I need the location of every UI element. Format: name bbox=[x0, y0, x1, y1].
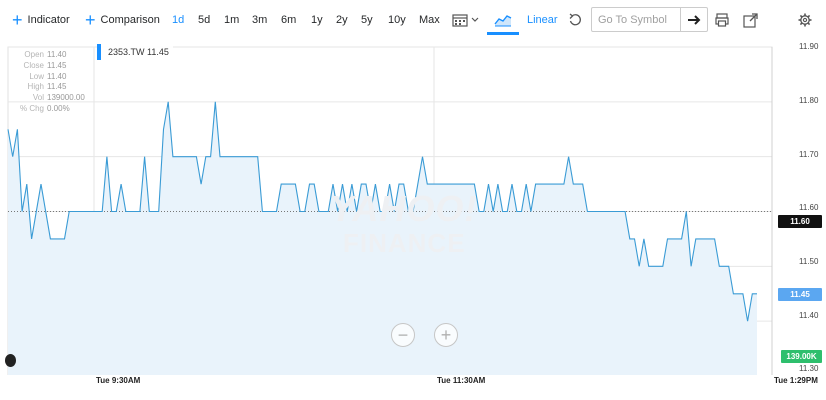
x-tick-label: Tue 1:29PM bbox=[774, 376, 818, 385]
range-max[interactable]: Max bbox=[419, 0, 440, 40]
minus-icon: − bbox=[397, 325, 409, 345]
indicator-label: Indicator bbox=[27, 14, 70, 26]
y-tick-label: 11.70 bbox=[799, 150, 819, 159]
chart-scroll-handle[interactable] bbox=[5, 354, 16, 367]
ohlc-high: High 11.45 bbox=[27, 82, 67, 92]
reset-button[interactable] bbox=[568, 0, 582, 40]
y-tick-label: 11.60 bbox=[799, 203, 819, 212]
settings-button[interactable] bbox=[798, 0, 812, 40]
ohlc-open: Open 11.40 bbox=[24, 50, 67, 59]
date-range-button[interactable] bbox=[452, 0, 479, 40]
legend-label: 2353.TW 11.45 bbox=[108, 47, 169, 57]
chart-type-underline bbox=[487, 32, 519, 35]
range-5d[interactable]: 5d bbox=[198, 0, 210, 40]
y-tick-label: 11.90 bbox=[799, 42, 819, 51]
zoom-in-button[interactable]: + bbox=[434, 323, 458, 347]
previous-close-tag: 11.60 bbox=[778, 215, 822, 228]
y-tick-label: 11.80 bbox=[799, 96, 819, 105]
watermark-finance: FINANCE bbox=[343, 228, 466, 258]
range-1m[interactable]: 1m bbox=[224, 0, 239, 40]
area-chart-icon bbox=[494, 15, 512, 27]
ohlc-vol: Vol 139000.00 bbox=[32, 93, 85, 103]
gear-icon bbox=[798, 13, 812, 27]
undo-icon bbox=[569, 13, 581, 26]
range-1d[interactable]: 1d bbox=[172, 0, 184, 40]
range-2y[interactable]: 2y bbox=[336, 0, 348, 40]
range-1y[interactable]: 1y bbox=[311, 0, 323, 40]
arrow-right-icon bbox=[688, 14, 701, 25]
last-price-tag: 11.45 bbox=[778, 288, 822, 301]
ohlc-pct-chg: % Chg 0.00% bbox=[19, 103, 70, 113]
plus-icon: + bbox=[440, 325, 452, 345]
comparison-label: Comparison bbox=[100, 14, 160, 26]
symbol-input[interactable] bbox=[592, 8, 680, 31]
fullscreen-button[interactable] bbox=[743, 0, 758, 40]
comparison-button[interactable]: + Comparison bbox=[85, 0, 160, 40]
x-tick-label: Tue 11:30AM bbox=[437, 376, 486, 385]
symbol-search bbox=[591, 7, 708, 32]
range-10y[interactable]: 10y bbox=[388, 0, 406, 40]
linear-button[interactable]: Linear bbox=[527, 0, 558, 40]
y-tick-label: 11.30 bbox=[799, 364, 819, 373]
range-3m[interactable]: 3m bbox=[252, 0, 267, 40]
chart-toolbar: + Indicator + Comparison 1d 5d 1m 3m 6m … bbox=[0, 0, 826, 40]
legend-swatch bbox=[97, 44, 101, 60]
expand-icon bbox=[743, 12, 758, 28]
range-6m[interactable]: 6m bbox=[281, 0, 296, 40]
print-icon bbox=[715, 13, 729, 27]
ohlc-readout: Open 11.40 Close 11.45 Low 11.40 High 11.45 … bbox=[12, 50, 85, 115]
ohlc-low: Low 11.40 bbox=[29, 71, 67, 81]
x-tick-label: Tue 9:30AM bbox=[96, 376, 141, 385]
indicator-button[interactable]: + Indicator bbox=[12, 0, 70, 40]
series-legend[interactable]: 2353.TW 11.45 bbox=[97, 44, 173, 60]
range-5y[interactable]: 5y bbox=[361, 0, 373, 40]
y-tick-label: 11.50 bbox=[799, 257, 819, 266]
symbol-go-button[interactable] bbox=[680, 8, 707, 31]
y-tick-label: 11.40 bbox=[799, 311, 819, 320]
calendar-icon bbox=[452, 14, 468, 27]
volume-tag: 139.00K bbox=[781, 350, 822, 363]
plus-icon: + bbox=[85, 10, 96, 30]
watermark-yahoo: YAHOO! bbox=[330, 188, 478, 229]
zoom-out-button[interactable]: − bbox=[391, 323, 415, 347]
print-button[interactable] bbox=[715, 0, 729, 40]
plus-icon: + bbox=[12, 10, 23, 30]
ohlc-close: Close 11.45 bbox=[23, 60, 67, 70]
chevron-down-icon bbox=[471, 17, 479, 22]
